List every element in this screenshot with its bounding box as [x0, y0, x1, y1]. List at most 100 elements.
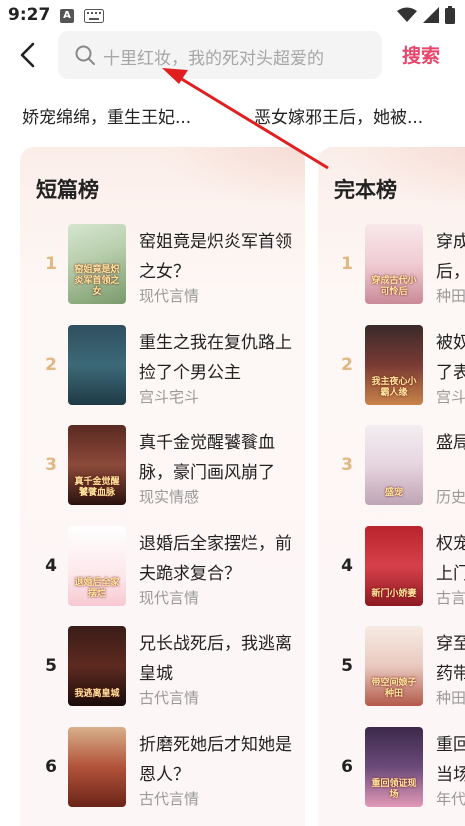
book-genre: 古代言情	[139, 689, 200, 707]
cover-text: 我主夜心小霸人缘	[371, 376, 417, 398]
book-cover-image	[68, 324, 126, 405]
book-title: 真千金觉醒饕餮血脉，豪门画风崩了	[139, 433, 275, 483]
rank-number: 6	[45, 756, 57, 777]
rank-number: 2	[341, 354, 353, 375]
back-arrow-icon	[20, 42, 35, 68]
rank-number: 1	[341, 254, 353, 274]
book-list-item[interactable]: 3 盛宠 盛局 历史	[318, 425, 465, 511]
cover-text: 重回领证现场	[371, 778, 417, 800]
book-genre: 种田	[436, 287, 465, 305]
rank-number: 1	[45, 254, 57, 274]
book-title-line: 权宠	[436, 533, 465, 554]
book-genre: 古言	[436, 588, 465, 607]
book-title: 穿成后，	[436, 227, 465, 287]
card-title: 短篇榜	[36, 178, 99, 202]
book-list-item[interactable]: 4 新门小娇妻 权宠上门古言	[318, 525, 465, 612]
book-title-line: 了表	[436, 362, 465, 383]
book-list-item[interactable]: 6 折磨死她后才知她是恩人？ 古代言情	[20, 726, 305, 813]
search-input[interactable]: 十里红妆，我的死对头超爱的	[58, 31, 382, 79]
keyboard-icon	[84, 9, 104, 23]
book-title: 重生之我在复仇路上捡了个男公主	[139, 332, 292, 383]
book-title-line: 当场	[436, 764, 465, 785]
rank-number: 5	[341, 656, 353, 676]
book-title: 穿至 药带	[436, 629, 465, 689]
book-list-item[interactable]: 2 重生之我在复仇路上捡了个男公主宫斗宅斗	[20, 324, 305, 411]
book-title-line: 上门	[436, 563, 465, 584]
book-list-item[interactable]: 3 真千金觉醒饕餮血脉 真千金觉醒饕餮血脉，豪门画风崩了现实情感	[20, 425, 305, 511]
status-time: 9:27	[8, 5, 51, 25]
card-title: 完本榜	[334, 178, 397, 202]
book-list-item[interactable]: 5 带空间娘子种田 穿至 药带 种田	[318, 626, 465, 712]
book-title: 退婚后全家摆烂，前夫跪求复合？	[139, 533, 292, 584]
book-genre: 种田	[436, 689, 465, 707]
book-cover-image: 带空间娘子种田	[365, 626, 423, 706]
rank-number: 2	[45, 354, 57, 375]
hot-search-tag[interactable]: 恶女嫁邪王后，她被...	[254, 103, 423, 128]
complete-ranking-card: 完本榜 1穿成古代小可怜后穿成后，种田2我主夜心小霸人缘被奴了表宫斗3盛宠盛局历…	[318, 147, 465, 826]
cover-text: 新门小娇妻	[371, 588, 417, 599]
book-title-line: 盛局	[436, 433, 465, 453]
cover-text: 窑姐竟是炽炎军首领之女	[74, 265, 120, 297]
cover-text: 真千金觉醒饕餮血脉	[74, 477, 120, 498]
book-list-item[interactable]: 4 退婚后全家摆烂 退婚后全家摆烂，前夫跪求复合？ 现代言情	[20, 525, 305, 612]
book-cover-image: 新门小娇妻	[365, 525, 423, 606]
book-title-line: 后，	[436, 262, 465, 282]
book-cover-image: 真千金觉醒饕餮血脉	[68, 425, 126, 505]
book-genre: 现代言情	[139, 287, 200, 305]
card-decoration	[155, 147, 305, 207]
status-bar: 9:27 A	[0, 0, 465, 32]
rank-number: 4	[45, 555, 57, 576]
rank-number: 6	[341, 756, 353, 777]
book-title: 兄长战死后，我逃离皇城	[139, 634, 292, 684]
book-genre: 古代言情	[139, 789, 200, 808]
cover-text: 穿成古代小可怜后	[371, 276, 417, 297]
book-title: 被奴 了表	[436, 328, 465, 388]
hot-search-tag[interactable]: 娇宠绵绵，重生王妃...	[22, 103, 191, 128]
book-cover-image: 我逃离皇城	[68, 626, 126, 706]
book-cover-image	[68, 726, 126, 807]
search-placeholder: 十里红妆，我的死对头超爱的	[103, 49, 324, 69]
book-genre: 现实情感	[139, 488, 200, 506]
book-list-item[interactable]: 2 我主夜心小霸人缘 被奴 了表 宫斗	[318, 324, 465, 411]
book-cover-image: 盛宠	[365, 425, 423, 505]
signal-icon	[423, 7, 439, 23]
wifi-icon	[397, 7, 417, 22]
book-title: 权宠 上门	[436, 529, 465, 589]
rank-number: 4	[341, 555, 353, 576]
book-cover-image: 穿成古代小可怜后	[365, 224, 423, 304]
book-genre: 宫斗宅斗	[139, 387, 200, 406]
book-list-item[interactable]: 1穿成古代小可怜后穿成后，种田	[318, 224, 465, 310]
book-title: 折磨死她后才知她是恩人？	[139, 734, 292, 785]
book-title-line: 穿至	[436, 634, 465, 654]
book-list-item[interactable]: 6 重回领证现场 重回 当场 年代	[318, 726, 465, 813]
book-title-line: 重回	[436, 734, 465, 755]
book-genre: 年代	[436, 789, 465, 808]
search-icon	[75, 45, 95, 65]
rank-number: 5	[45, 656, 57, 676]
search-button[interactable]: 搜索	[402, 41, 440, 68]
book-cover-image: 退婚后全家摆烂	[68, 525, 126, 606]
cover-text: 盛宠	[384, 488, 403, 498]
book-title-line: 穿成	[436, 232, 465, 252]
book-title-line: 药带	[436, 664, 465, 684]
notification-icon: A	[60, 9, 74, 23]
book-title: 窑姐竟是炽炎军首领之女？	[139, 232, 292, 282]
book-genre: 宫斗	[436, 387, 465, 406]
book-title-line: 被奴	[436, 332, 465, 353]
book-cover-image: 我主夜心小霸人缘	[365, 324, 423, 405]
short-ranking-card: 短篇榜 1 窑姐竟是炽炎军首领之女 窑姐竟是炽炎军首领之女？ 现代言情 2 重生之我在复仇…	[20, 147, 305, 826]
book-title: 盛局	[436, 428, 465, 488]
cover-text: 带空间娘子种田	[371, 678, 417, 699]
book-cover-image: 重回领证现场	[365, 726, 423, 807]
book-list-item[interactable]: 5 我逃离皇城 兄长战死后，我逃离皇城古代言情	[20, 626, 305, 712]
back-button[interactable]	[12, 38, 46, 72]
battery-icon	[445, 6, 455, 24]
book-title: 重回 当场	[436, 730, 465, 790]
cover-text: 退婚后全家摆烂	[74, 577, 120, 599]
book-genre: 历史	[436, 488, 465, 506]
rank-number: 3	[45, 455, 57, 475]
book-genre: 现代言情	[139, 588, 200, 607]
cover-text: 我逃离皇城	[74, 689, 120, 699]
book-cover-image: 窑姐竟是炽炎军首领之女	[68, 224, 126, 304]
book-list-item[interactable]: 1 窑姐竟是炽炎军首领之女 窑姐竟是炽炎军首领之女？ 现代言情	[20, 224, 305, 310]
